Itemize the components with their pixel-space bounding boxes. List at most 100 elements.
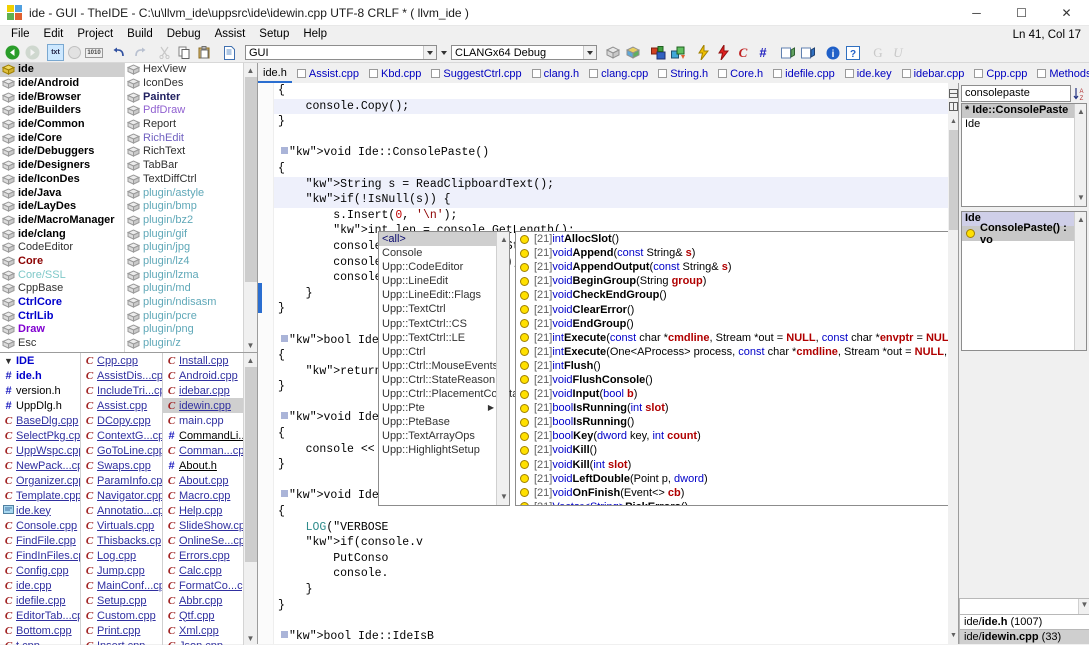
- file-item[interactable]: CTemplate.cpp: [0, 488, 80, 503]
- fold-marker-icon[interactable]: [281, 412, 288, 419]
- package-item[interactable]: ide/clang: [0, 227, 124, 241]
- file-item[interactable]: CAssistDis...cpp: [81, 368, 162, 383]
- package-item[interactable]: plugin/ndisasm: [125, 296, 243, 310]
- file-item[interactable]: CSlideShow.cpp: [163, 518, 243, 533]
- package-scrollbar[interactable]: ▲ ▼: [243, 63, 257, 352]
- file-item[interactable]: #About.h: [163, 458, 243, 473]
- file-item[interactable]: CContextG...cpp: [81, 428, 162, 443]
- export-icon[interactable]: [778, 44, 798, 62]
- file-item[interactable]: CBaseDlg.cpp: [0, 413, 80, 428]
- new-file-icon[interactable]: [219, 44, 239, 62]
- package-item[interactable]: TabBar: [125, 159, 243, 173]
- package-item[interactable]: ide/Browser: [0, 90, 124, 104]
- navigator-bottom-list[interactable]: ▼ ide/ide.h (1007)ide/idewin.cpp (33): [959, 598, 1089, 644]
- nav-mem-scroll-up-icon[interactable]: ▲: [1075, 212, 1087, 226]
- scroll-up-icon[interactable]: ▲: [244, 63, 258, 77]
- chevron-down-icon[interactable]: [423, 46, 436, 59]
- editor-tab-strip[interactable]: ide.hAssist.cppKbd.cppSuggestCtrl.cppcla…: [258, 63, 1089, 83]
- file-item[interactable]: CFindFile.cpp: [0, 533, 80, 548]
- sort-az-icon[interactable]: A Z: [1071, 85, 1087, 102]
- editor-tab[interactable]: SuggestCtrl.cpp: [426, 64, 526, 83]
- import-icon[interactable]: [798, 44, 818, 62]
- package-item[interactable]: ide/Debuggers: [0, 145, 124, 159]
- rebuild-icon[interactable]: [668, 44, 688, 62]
- editor-tab[interactable]: Cpp.cpp: [969, 64, 1032, 83]
- assist-scope-item[interactable]: Upp::Ctrl::PlacementConsta▶: [379, 387, 496, 401]
- tab-close-box-icon[interactable]: [369, 69, 378, 78]
- editor-tab[interactable]: String.h: [653, 64, 713, 83]
- editor-tab[interactable]: idefile.cpp: [768, 64, 840, 83]
- file-item[interactable]: CAnnotatio...cpp: [81, 503, 162, 518]
- tab-close-box-icon[interactable]: [297, 69, 306, 78]
- package-item[interactable]: CtrlCore: [0, 296, 124, 310]
- file-item[interactable]: CCalc.cpp: [163, 563, 243, 578]
- package-item[interactable]: Draw: [0, 323, 124, 337]
- package-item[interactable]: RichEdit: [125, 131, 243, 145]
- file-item[interactable]: CAbbr.cpp: [163, 593, 243, 608]
- bottom-scroll-down-icon[interactable]: ▼: [1079, 599, 1089, 610]
- package-item[interactable]: HexView: [125, 63, 243, 77]
- file-item[interactable]: COrganizer.cpp: [0, 473, 80, 488]
- tab-close-box-icon[interactable]: [845, 69, 854, 78]
- file-item[interactable]: CEditorTab...cpp: [0, 608, 80, 623]
- navigator-result-item[interactable]: * Ide::ConsolePaste: [962, 104, 1074, 118]
- file-item[interactable]: CAssist.cpp: [81, 398, 162, 413]
- fold-marker-icon[interactable]: [281, 631, 288, 638]
- debug-lightning-icon[interactable]: [713, 44, 733, 62]
- editor-tab[interactable]: ide.h: [258, 64, 292, 83]
- file-item[interactable]: CCustom.cpp: [81, 608, 162, 623]
- file-item[interactable]: CAbout.cpp: [163, 473, 243, 488]
- file-item[interactable]: CFindInFiles.cpp: [0, 548, 80, 563]
- package-item[interactable]: plugin/z: [125, 337, 243, 351]
- assist-scope-item[interactable]: Upp::LineEdit: [379, 274, 496, 288]
- file-item[interactable]: #version.h: [0, 383, 80, 398]
- package-item[interactable]: ide/MacroManager: [0, 214, 124, 228]
- package-item[interactable]: ide/Common: [0, 118, 124, 132]
- navigator-members-scrollbar[interactable]: ▲: [1074, 212, 1086, 350]
- file-item[interactable]: CGoToLine.cpp: [81, 443, 162, 458]
- assist-scope-item[interactable]: Upp::Ctrl: [379, 345, 496, 359]
- package-column-right[interactable]: HexViewIconDesPainterPdfDrawReportRichEd…: [125, 63, 243, 352]
- package-item[interactable]: Esc: [0, 337, 124, 351]
- editor-tab[interactable]: Assist.cpp: [292, 64, 364, 83]
- package-item[interactable]: plugin/jpg: [125, 241, 243, 255]
- file-column-3[interactable]: CInstall.cppCAndroid.cppCidebar.cppCidew…: [163, 353, 243, 645]
- package-item[interactable]: plugin/md: [125, 282, 243, 296]
- file-item[interactable]: Cide.cpp: [0, 578, 80, 593]
- assist-scope-item[interactable]: Upp::TextCtrl::CS: [379, 317, 496, 331]
- file-item[interactable]: CConfig.cpp: [0, 563, 80, 578]
- file-item[interactable]: CDCopy.cpp: [81, 413, 162, 428]
- assist-scope-item[interactable]: Upp::LineEdit::Flags: [379, 288, 496, 302]
- file-scroll-up-icon[interactable]: ▲: [244, 353, 258, 367]
- navigator-search-input[interactable]: consolepaste: [961, 85, 1071, 102]
- assist-scope-item[interactable]: <all>: [379, 232, 496, 246]
- tab-close-box-icon[interactable]: [658, 69, 667, 78]
- editor-tab[interactable]: clang.cpp: [584, 64, 653, 83]
- navigator-location-item[interactable]: ide/idewin.cpp (33): [959, 629, 1089, 644]
- package-color-icon[interactable]: [623, 44, 643, 62]
- editor-tab[interactable]: ide.key: [840, 64, 897, 83]
- file-item[interactable]: ide.key: [0, 503, 80, 518]
- assist-scope-item[interactable]: Upp::Pte: [379, 401, 496, 415]
- package-item[interactable]: ide/IconDes: [0, 173, 124, 187]
- editor-tab[interactable]: clang.h: [527, 64, 584, 83]
- file-column-1[interactable]: ▼IDE#ide.h#version.h#UppDlg.hCBaseDlg.cp…: [0, 353, 81, 645]
- package-item[interactable]: ide/Builders: [0, 104, 124, 118]
- menu-project[interactable]: Project: [70, 26, 120, 43]
- tab-close-box-icon[interactable]: [1037, 69, 1046, 78]
- assist-scope-scroll-down-icon[interactable]: ▼: [497, 489, 511, 503]
- assist-scope-item[interactable]: Upp::HighlightSetup: [379, 443, 496, 457]
- editor-tab[interactable]: Kbd.cpp: [364, 64, 426, 83]
- menu-edit[interactable]: Edit: [37, 26, 71, 43]
- file-item[interactable]: CJump.cpp: [81, 563, 162, 578]
- package-item[interactable]: ide/Core: [0, 131, 124, 145]
- menu-assist[interactable]: Assist: [208, 26, 253, 43]
- file-item[interactable]: COnlineSe...cpp: [163, 533, 243, 548]
- navigator-result-item[interactable]: Ide: [962, 118, 1074, 132]
- file-item[interactable]: CComman...cpp: [163, 443, 243, 458]
- package-item[interactable]: ide/LayDes: [0, 200, 124, 214]
- binary-file-icon[interactable]: 1010: [84, 44, 104, 62]
- file-item[interactable]: CIncludeTri...cpp: [81, 383, 162, 398]
- paste-icon[interactable]: [194, 44, 214, 62]
- tab-close-box-icon[interactable]: [902, 69, 911, 78]
